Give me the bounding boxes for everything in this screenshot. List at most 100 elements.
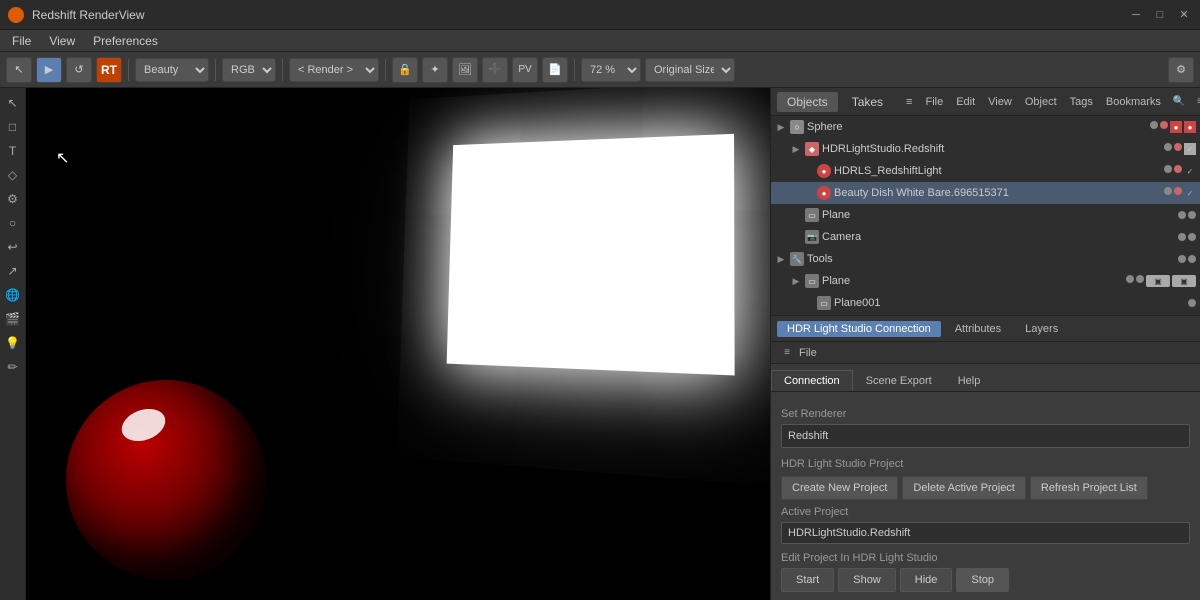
tool-settings[interactable]: ⚙: [1168, 57, 1194, 83]
tool-add[interactable]: ➕: [482, 57, 508, 83]
camera-dot2: [1188, 233, 1196, 241]
menu-preferences[interactable]: Preferences: [85, 32, 166, 50]
tab-scene-export[interactable]: Scene Export: [853, 370, 945, 391]
tab-hdr-connection[interactable]: HDR Light Studio Connection: [777, 321, 941, 337]
size-select[interactable]: Original Size: [645, 58, 735, 82]
obj-menu-tags[interactable]: Tags: [1065, 94, 1098, 110]
menu-file[interactable]: File: [4, 32, 39, 50]
app-icon: [8, 7, 24, 23]
sidebar-icon-globe[interactable]: 🌐: [2, 284, 24, 306]
project-btn-row: Create New Project Delete Active Project…: [781, 476, 1190, 500]
refresh-project-button[interactable]: Refresh Project List: [1030, 476, 1148, 500]
icon-plane: ▭: [805, 208, 819, 222]
tab-takes[interactable]: Takes: [842, 92, 893, 112]
arrow-plane2: ▶: [790, 275, 802, 287]
show-button[interactable]: Show: [838, 568, 896, 592]
tool-refresh[interactable]: ↺: [66, 57, 92, 83]
obj-menu-edit[interactable]: Edit: [951, 94, 980, 110]
tool-render[interactable]: ▶: [36, 57, 62, 83]
hdr-file-label[interactable]: File: [799, 347, 817, 359]
stop-button[interactable]: Stop: [956, 568, 1009, 592]
tool-image[interactable]: 🖼: [452, 57, 478, 83]
sidebar-icon-circle[interactable]: ○: [2, 212, 24, 234]
tab-connection[interactable]: Connection: [771, 370, 853, 391]
rslight-actions: ✓: [1164, 165, 1196, 177]
softbox-panel: [447, 134, 735, 376]
tree-row-camera[interactable]: 📷 Camera: [771, 226, 1200, 248]
minimize-button[interactable]: ─: [1128, 7, 1144, 23]
sphere-highlight: [117, 403, 170, 447]
attr-tabs-bar: HDR Light Studio Connection Attributes L…: [771, 316, 1200, 342]
obj-menu-toggle[interactable]: ≡: [901, 94, 917, 110]
renderer-input[interactable]: [781, 424, 1190, 448]
plane001-actions: [1188, 299, 1196, 307]
tree-row-plane2[interactable]: ▶ ▭ Plane ▣ ▣: [771, 270, 1200, 292]
sidebar-icon-camera[interactable]: 🎬: [2, 308, 24, 330]
tab-layers[interactable]: Layers: [1015, 321, 1068, 337]
sphere-tag2: ●: [1184, 121, 1196, 133]
sidebar-icon-cursor[interactable]: ↖: [2, 92, 24, 114]
sidebar-icon-light[interactable]: 💡: [2, 332, 24, 354]
tool-lock[interactable]: 🔒: [392, 57, 418, 83]
start-button[interactable]: Start: [781, 568, 834, 592]
channel-select[interactable]: RGBRGB: [222, 58, 276, 82]
hdr-panel: HDR Light Studio Connection Attributes L…: [771, 316, 1200, 600]
close-button[interactable]: ✕: [1176, 7, 1192, 23]
tab-objects[interactable]: Objects: [777, 92, 838, 112]
sidebar-icon-text[interactable]: T: [2, 140, 24, 162]
obj-menu-view[interactable]: View: [983, 94, 1017, 110]
label-beauty: Beauty Dish White Bare.696515371: [834, 187, 1161, 199]
tool-star[interactable]: ✦: [422, 57, 448, 83]
tree-row-beautydish[interactable]: ● Beauty Dish White Bare.696515371 ✓: [771, 182, 1200, 204]
sidebar-icon-gear[interactable]: ⚙: [2, 188, 24, 210]
tree-row-plane[interactable]: ▭ Plane: [771, 204, 1200, 226]
tab-attributes[interactable]: Attributes: [945, 321, 1011, 337]
tree-row-sphere[interactable]: ▶ ○ Sphere ● ●: [771, 116, 1200, 138]
maximize-button[interactable]: □: [1152, 7, 1168, 23]
zoom-select[interactable]: 72 %50 %100 %: [581, 58, 641, 82]
beauty-dot2: [1174, 187, 1182, 195]
object-tree[interactable]: ▶ ○ Sphere ● ● ▶ ◆ HDRLightStudio.Redshi…: [771, 116, 1200, 316]
set-renderer-label: Set Renderer: [781, 408, 1190, 420]
beauty-select[interactable]: BeautyDiffuseSpecular: [135, 58, 209, 82]
tree-row-tools[interactable]: ▶ 🔧 Tools: [771, 248, 1200, 270]
sphere-dot1: [1150, 121, 1158, 129]
tree-row-plane001[interactable]: ▭ Plane001: [771, 292, 1200, 314]
tree-row-hdrlslight[interactable]: ● HDRLS_RedshiftLight ✓: [771, 160, 1200, 182]
tool-rt[interactable]: RT: [96, 57, 122, 83]
obj-menu-object[interactable]: Object: [1020, 94, 1062, 110]
label-sphere: Sphere: [807, 121, 1147, 133]
delete-active-project-button[interactable]: Delete Active Project: [902, 476, 1026, 500]
tool-doc[interactable]: 📄: [542, 57, 568, 83]
tree-row-hdrlightstudio[interactable]: ▶ ◆ HDRLightStudio.Redshift ✓: [771, 138, 1200, 160]
hide-button[interactable]: Hide: [900, 568, 953, 592]
sphere-dot2: [1160, 121, 1168, 129]
hdr-actions: ✓: [1164, 143, 1196, 155]
obj-menu-bookmarks[interactable]: Bookmarks: [1101, 94, 1166, 110]
tool-cursor[interactable]: ↖: [6, 57, 32, 83]
plane2-tag2: ▣: [1172, 275, 1196, 287]
tab-help[interactable]: Help: [945, 370, 994, 391]
viewport[interactable]: ↖: [26, 88, 770, 600]
icon-plane2: ▭: [805, 274, 819, 288]
sidebar-icon-paint[interactable]: ✏: [2, 356, 24, 378]
sidebar-icon-cube[interactable]: □: [2, 116, 24, 138]
arrow-plane001: [802, 297, 814, 309]
obj-filter-icon[interactable]: ≡: [1191, 93, 1200, 111]
obj-search-icon[interactable]: 🔍: [1170, 93, 1188, 111]
icon-beauty: ●: [817, 186, 831, 200]
plane2-dot2: [1136, 275, 1144, 283]
label-tools: Tools: [807, 253, 1175, 265]
hdr-menu-icon[interactable]: ≡: [779, 345, 795, 361]
beauty-actions: ✓: [1164, 187, 1196, 199]
edit-section: Edit Project In HDR Light Studio Start S…: [781, 552, 1190, 592]
sidebar-icon-undo[interactable]: ↩: [2, 236, 24, 258]
create-new-project-button[interactable]: Create New Project: [781, 476, 898, 500]
rslight-dot2: [1174, 165, 1182, 173]
tool-pv[interactable]: PV: [512, 57, 538, 83]
render-select[interactable]: < Render >: [289, 58, 379, 82]
menu-view[interactable]: View: [41, 32, 83, 50]
sidebar-icon-bezier[interactable]: ◇: [2, 164, 24, 186]
sidebar-icon-arrows[interactable]: ↗: [2, 260, 24, 282]
obj-menu-file[interactable]: File: [920, 94, 948, 110]
